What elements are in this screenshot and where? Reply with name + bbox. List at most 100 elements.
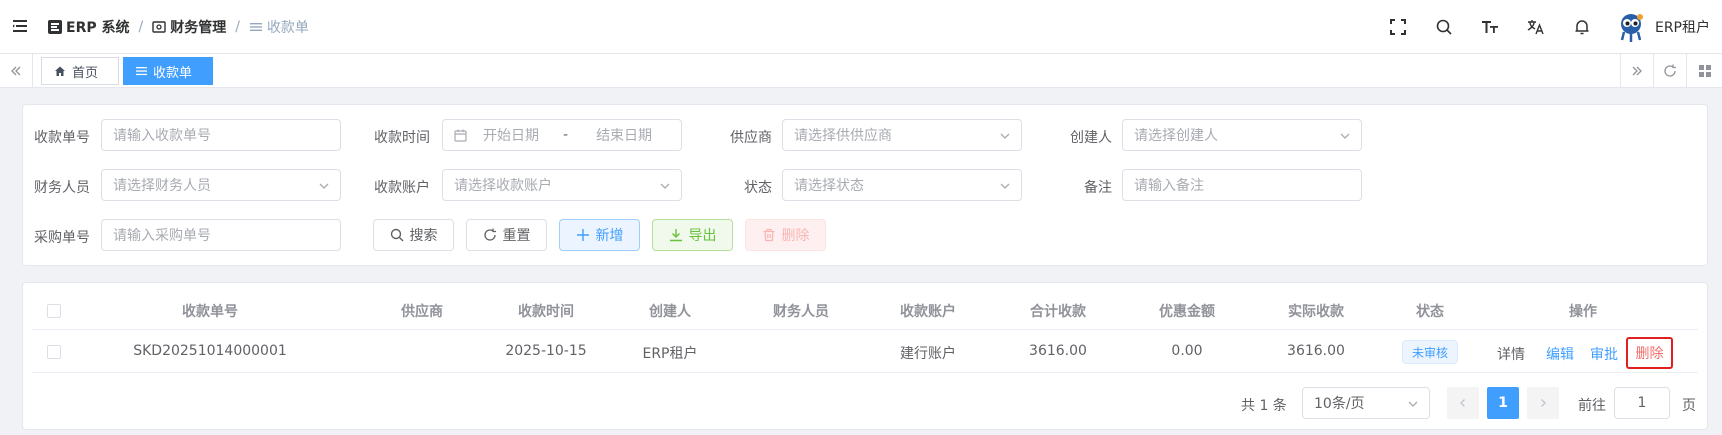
breadcrumb-page: 收款单: [249, 17, 309, 37]
column-header-actions: 操作: [1569, 304, 1597, 320]
cell-total: 3616.00: [1029, 343, 1087, 359]
column-header-total: 合计收款: [1030, 304, 1086, 320]
receipt-no-placeholder: 请输入收款单号: [113, 128, 211, 144]
goto-page-value: 1: [1637, 395, 1647, 411]
chevron-down-icon: [1000, 133, 1010, 139]
breadcrumb-app-label: ERP 系统: [66, 20, 130, 36]
cell-receipt-no: SKD20251014000001: [133, 343, 287, 359]
chevron-right-icon: [1541, 399, 1546, 407]
tag-receipt[interactable]: 收款单: [123, 57, 213, 85]
list-icon: [249, 23, 262, 31]
trash-icon: [763, 228, 774, 242]
translate-icon[interactable]: [1513, 19, 1559, 35]
refresh-icon[interactable]: [1653, 54, 1686, 88]
search-button-label: 搜索: [409, 228, 438, 244]
page-size-select[interactable]: 10条/页: [1302, 387, 1430, 419]
scroll-left-icon[interactable]: [0, 54, 33, 88]
cell-creator: ERP租户: [642, 346, 698, 362]
finance-icon: [152, 21, 166, 33]
reset-button[interactable]: 重置: [466, 219, 547, 251]
breadcrumb-page-label: 收款单: [266, 20, 309, 36]
tag-home-label: 首页: [72, 65, 99, 81]
scroll-right-icon[interactable]: [1620, 54, 1653, 88]
table-row-divider: [32, 372, 1698, 373]
goto-label: 前往: [1578, 398, 1606, 414]
supplier-select[interactable]: 请选择供供应商: [782, 119, 1022, 151]
remark-input[interactable]: 请输入备注: [1122, 169, 1362, 201]
select-all-checkbox[interactable]: [47, 304, 61, 318]
next-page-button[interactable]: [1527, 387, 1559, 419]
column-header-status: 状态: [1416, 304, 1444, 320]
status-placeholder: 请选择状态: [794, 178, 864, 194]
receipt-time-label: 收款时间: [374, 130, 430, 146]
plus-icon: [576, 229, 589, 241]
search-button[interactable]: 搜索: [373, 219, 454, 251]
approve-link[interactable]: 审批: [1590, 344, 1618, 364]
search-icon[interactable]: [1421, 19, 1467, 35]
status-badge: 未审核: [1402, 340, 1458, 364]
add-button[interactable]: 新增: [559, 219, 640, 251]
breadcrumb-separator: /: [235, 19, 240, 35]
batch-delete-button[interactable]: 删除: [745, 219, 826, 251]
finance-user-select[interactable]: 请选择财务人员: [101, 169, 341, 201]
receipt-no-input[interactable]: 请输入收款单号: [101, 119, 341, 151]
end-date-placeholder: 结束日期: [596, 128, 653, 144]
column-header-receipt-no: 收款单号: [182, 304, 238, 320]
search-icon: [390, 228, 403, 242]
column-header-account: 收款账户: [900, 304, 956, 320]
status-label: 状态: [744, 180, 772, 196]
page-size-value: 10条/页: [1314, 396, 1365, 412]
cell-actual: 3616.00: [1287, 343, 1345, 359]
column-header-supplier: 供应商: [401, 304, 443, 320]
detail-link[interactable]: 详情: [1497, 344, 1525, 364]
edit-link[interactable]: 编辑: [1546, 344, 1574, 364]
hamburger-icon[interactable]: [12, 18, 28, 34]
breadcrumb-module[interactable]: 财务管理: [152, 17, 226, 37]
status-select[interactable]: 请选择状态: [782, 169, 1022, 201]
user-name[interactable]: ERP租户: [1655, 17, 1710, 37]
export-button[interactable]: 导出: [652, 219, 733, 251]
account-select[interactable]: 请选择收款账户: [442, 169, 682, 201]
avatar[interactable]: [1612, 9, 1649, 45]
remark-label: 备注: [1084, 180, 1112, 196]
breadcrumb-separator: /: [138, 19, 144, 35]
tags-view: 首页 收款单: [0, 54, 1722, 88]
page-1-button[interactable]: 1: [1487, 387, 1519, 419]
export-button-label: 导出: [688, 228, 717, 244]
goto-page-input[interactable]: 1: [1614, 387, 1670, 419]
breadcrumb-module-label: 财务管理: [170, 20, 227, 36]
creator-select[interactable]: 请选择创建人: [1122, 119, 1362, 151]
chevron-left-icon: [1460, 399, 1465, 407]
reset-button-label: 重置: [502, 228, 531, 244]
row-delete-link[interactable]: 删除: [1626, 337, 1673, 369]
chevron-down-icon: [1340, 133, 1350, 139]
batch-delete-button-label: 删除: [781, 228, 810, 244]
grid-menu-icon[interactable]: [1686, 54, 1722, 88]
font-size-icon[interactable]: [1467, 19, 1513, 35]
cell-time: 2025-10-15: [505, 343, 587, 359]
start-date-placeholder: 开始日期: [483, 128, 539, 144]
purchase-no-input[interactable]: 请输入采购单号: [101, 219, 341, 251]
list-icon: [136, 67, 147, 76]
home-icon: [55, 66, 65, 76]
column-header-discount: 优惠金额: [1159, 304, 1215, 320]
account-placeholder: 请选择收款账户: [454, 178, 552, 194]
tag-receipt-label: 收款单: [153, 65, 193, 81]
row-checkbox[interactable]: [47, 345, 61, 359]
cell-account: 建行账户: [900, 346, 956, 362]
breadcrumb-app[interactable]: ERP 系统: [48, 17, 129, 37]
fullscreen-icon[interactable]: [1375, 19, 1421, 35]
top-navbar: ERP 系统 / 财务管理 / 收款单 ERP租户: [0, 0, 1722, 54]
tag-home[interactable]: 首页: [41, 57, 119, 85]
bell-icon[interactable]: [1559, 19, 1605, 35]
purchase-no-label: 采购单号: [34, 230, 90, 246]
finance-user-label: 财务人员: [34, 180, 90, 196]
navbar-tools: ERP租户: [1375, 0, 1722, 54]
column-header-actual: 实际收款: [1288, 304, 1344, 320]
refresh-icon: [483, 228, 496, 241]
prev-page-button[interactable]: [1447, 387, 1479, 419]
receipt-time-range[interactable]: 开始日期 - 结束日期: [442, 119, 682, 151]
remark-placeholder: 请输入备注: [1134, 178, 1204, 194]
chevron-down-icon: [319, 183, 329, 189]
creator-label: 创建人: [1070, 130, 1112, 146]
